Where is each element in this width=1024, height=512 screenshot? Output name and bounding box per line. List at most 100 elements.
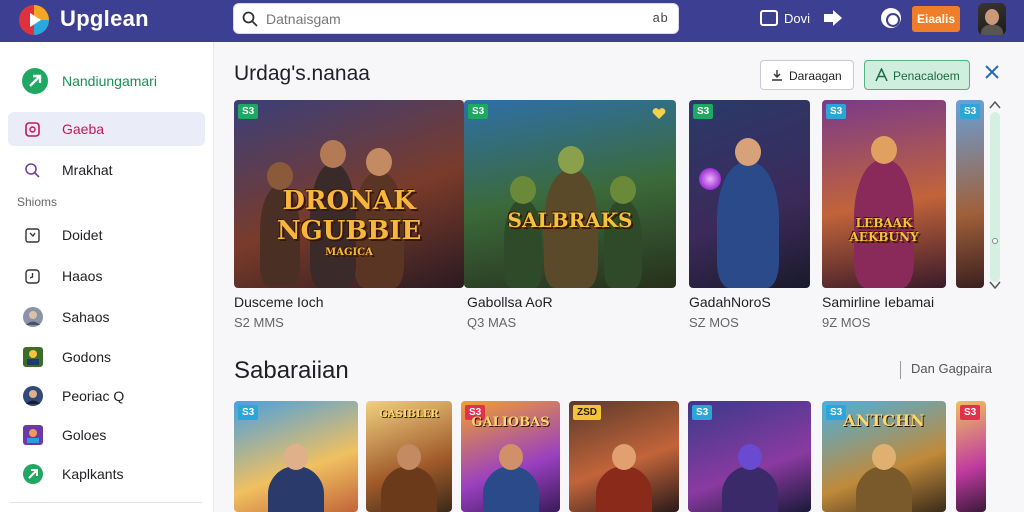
game-tile[interactable]: S3 bbox=[234, 401, 358, 512]
game-name[interactable]: Samirline Iebamai bbox=[822, 294, 934, 310]
main-content: Urdag's.nanaa Daraagan Penacaloem S3 DRO… bbox=[214, 42, 1024, 512]
carousel-scrollbar[interactable] bbox=[986, 100, 1002, 290]
sidebar-subitem-label: Sahaos bbox=[62, 309, 110, 325]
primary-action-label: Penacaloem bbox=[893, 69, 960, 83]
game-tile[interactable]: S3 bbox=[688, 401, 811, 512]
game-size: 9Z MOS bbox=[822, 315, 871, 330]
sidebar-subitem-label: Peoriac Q bbox=[62, 388, 125, 404]
character-figure bbox=[856, 444, 912, 512]
sidebar-subitem[interactable]: Godons bbox=[8, 340, 205, 374]
game-card-partial[interactable]: S3 bbox=[956, 100, 984, 288]
primary-action-button[interactable]: Penacaloem bbox=[864, 60, 970, 90]
avatar-icon bbox=[23, 386, 43, 406]
sidebar-subitem[interactable]: Peoriac Q bbox=[8, 379, 205, 413]
card-badge: S3 bbox=[238, 104, 259, 119]
search-input[interactable]: Datnaisgam bbox=[266, 11, 341, 27]
user-avatar[interactable] bbox=[978, 3, 1006, 35]
game-card[interactable]: S3 DRONAK NGUBBIE MAGICA bbox=[234, 100, 464, 288]
sidebar-item-label: Gaeba bbox=[62, 121, 105, 137]
sidebar-subitem-label: Haaos bbox=[62, 268, 103, 284]
game-name[interactable]: Gabollsa AoR bbox=[467, 294, 553, 310]
sidebar-subitem-label: Kaplkants bbox=[62, 466, 124, 482]
game-art-subtitle: MAGICA bbox=[325, 247, 373, 258]
tile-badge: S3 bbox=[960, 405, 981, 420]
sidebar-brand-label[interactable]: Nandiungamari bbox=[62, 73, 157, 89]
brand-icon bbox=[23, 464, 43, 484]
character-figure bbox=[381, 444, 437, 512]
card-badge: S3 bbox=[960, 104, 981, 119]
character-figure bbox=[596, 444, 652, 512]
sidebar-divider bbox=[10, 502, 202, 503]
tile-title: GALIOBAS bbox=[471, 415, 550, 430]
character-figure bbox=[268, 444, 324, 512]
box-icon bbox=[25, 228, 40, 243]
download-icon bbox=[772, 70, 782, 81]
sidebar-item-label: Mrakhat bbox=[62, 162, 113, 178]
avatar-icon bbox=[23, 307, 43, 327]
game-thumb-icon bbox=[23, 425, 43, 445]
character-figure bbox=[482, 444, 539, 512]
downloads-icon[interactable] bbox=[760, 10, 778, 26]
tile-badge: S3 bbox=[692, 405, 713, 420]
game-card[interactable]: S3 SALBRAKS bbox=[464, 100, 676, 288]
section-title: Sabaraiian bbox=[234, 357, 349, 384]
scroll-down-icon[interactable] bbox=[989, 280, 1001, 290]
search-icon bbox=[242, 11, 258, 27]
game-card[interactable]: S3 LEBAAK AEKBUNY bbox=[822, 100, 946, 288]
card-badge: S3 bbox=[826, 104, 847, 119]
game-name[interactable]: Dusceme Ioch bbox=[234, 294, 323, 310]
close-icon[interactable] bbox=[984, 64, 1000, 80]
downloads-label[interactable]: Dovi bbox=[784, 11, 810, 26]
game-art-title: SALBRAKS bbox=[507, 208, 633, 232]
game-name[interactable]: GadahNoroS bbox=[689, 294, 771, 310]
game-tile[interactable]: S3 GALIOBAS bbox=[461, 401, 560, 512]
card-badge: S3 bbox=[468, 104, 489, 119]
sidebar-item-market[interactable]: Mrakhat bbox=[8, 153, 205, 187]
card-badge: S3 bbox=[693, 104, 714, 119]
game-art-title: LEBAAK AEKBUNY bbox=[849, 216, 919, 244]
scroll-thumb[interactable] bbox=[992, 238, 998, 244]
profile-button[interactable]: Eiaalis bbox=[912, 6, 960, 32]
sidebar-subitem-label: Godons bbox=[62, 349, 112, 365]
games-icon bbox=[25, 122, 40, 137]
search-shortcut: ab bbox=[652, 11, 668, 26]
game-tile[interactable]: ZSD bbox=[569, 401, 679, 512]
app-title: Upglean bbox=[60, 6, 149, 31]
sidebar-subitem[interactable]: Sahaos bbox=[8, 300, 205, 334]
game-size: S2 MMS bbox=[234, 315, 284, 330]
section-title: Urdag's.nanaa bbox=[234, 62, 370, 85]
sidebar-subitem-label: Goloes bbox=[62, 427, 107, 443]
game-art-title: DRONAK NGUBBIE bbox=[276, 186, 422, 246]
scroll-track[interactable] bbox=[990, 112, 1000, 282]
brand-icon bbox=[22, 68, 48, 94]
sidebar-subitem[interactable]: Doidet bbox=[8, 218, 205, 252]
sidebar-subitem[interactable]: Goloes bbox=[8, 418, 205, 452]
sidebar-subitem-label: Doidet bbox=[62, 227, 103, 243]
scroll-up-icon[interactable] bbox=[989, 100, 1001, 110]
game-size: SZ MOS bbox=[689, 315, 739, 330]
magic-glow bbox=[699, 168, 721, 190]
top-bar: Upglean Datnaisgam ab Dovi Eiaalis bbox=[0, 0, 1024, 42]
game-tile-partial[interactable]: S3 bbox=[956, 401, 986, 512]
clock-icon bbox=[25, 269, 40, 284]
game-tile[interactable]: GASIBLER bbox=[366, 401, 452, 512]
app-logo-icon[interactable] bbox=[18, 4, 50, 36]
sidebar-subitem[interactable]: Haaos bbox=[8, 259, 205, 293]
tile-badge: ZSD bbox=[573, 405, 601, 420]
favorite-icon[interactable] bbox=[652, 108, 666, 120]
download-button[interactable]: Daraagan bbox=[760, 60, 854, 90]
character-figure bbox=[717, 138, 779, 288]
game-card[interactable]: S3 bbox=[689, 100, 810, 288]
search-bar[interactable]: Datnaisgam ab bbox=[233, 3, 679, 34]
tile-badge: S3 bbox=[238, 405, 259, 420]
power-icon[interactable] bbox=[881, 8, 901, 28]
sidebar-subitem[interactable]: Kaplkants bbox=[8, 457, 205, 491]
tile-title: GASIBLER bbox=[379, 409, 439, 420]
see-all-link[interactable]: Dan Gagpaira bbox=[900, 361, 992, 379]
game-tile[interactable]: S3 ANTCHN bbox=[822, 401, 946, 512]
share-icon[interactable] bbox=[822, 8, 844, 28]
tile-title: ANTCHN bbox=[843, 411, 925, 430]
letter-a-icon bbox=[875, 68, 888, 82]
sidebar-item-games[interactable]: Gaeba bbox=[8, 112, 205, 146]
sidebar-section-label: Shioms bbox=[17, 195, 58, 209]
